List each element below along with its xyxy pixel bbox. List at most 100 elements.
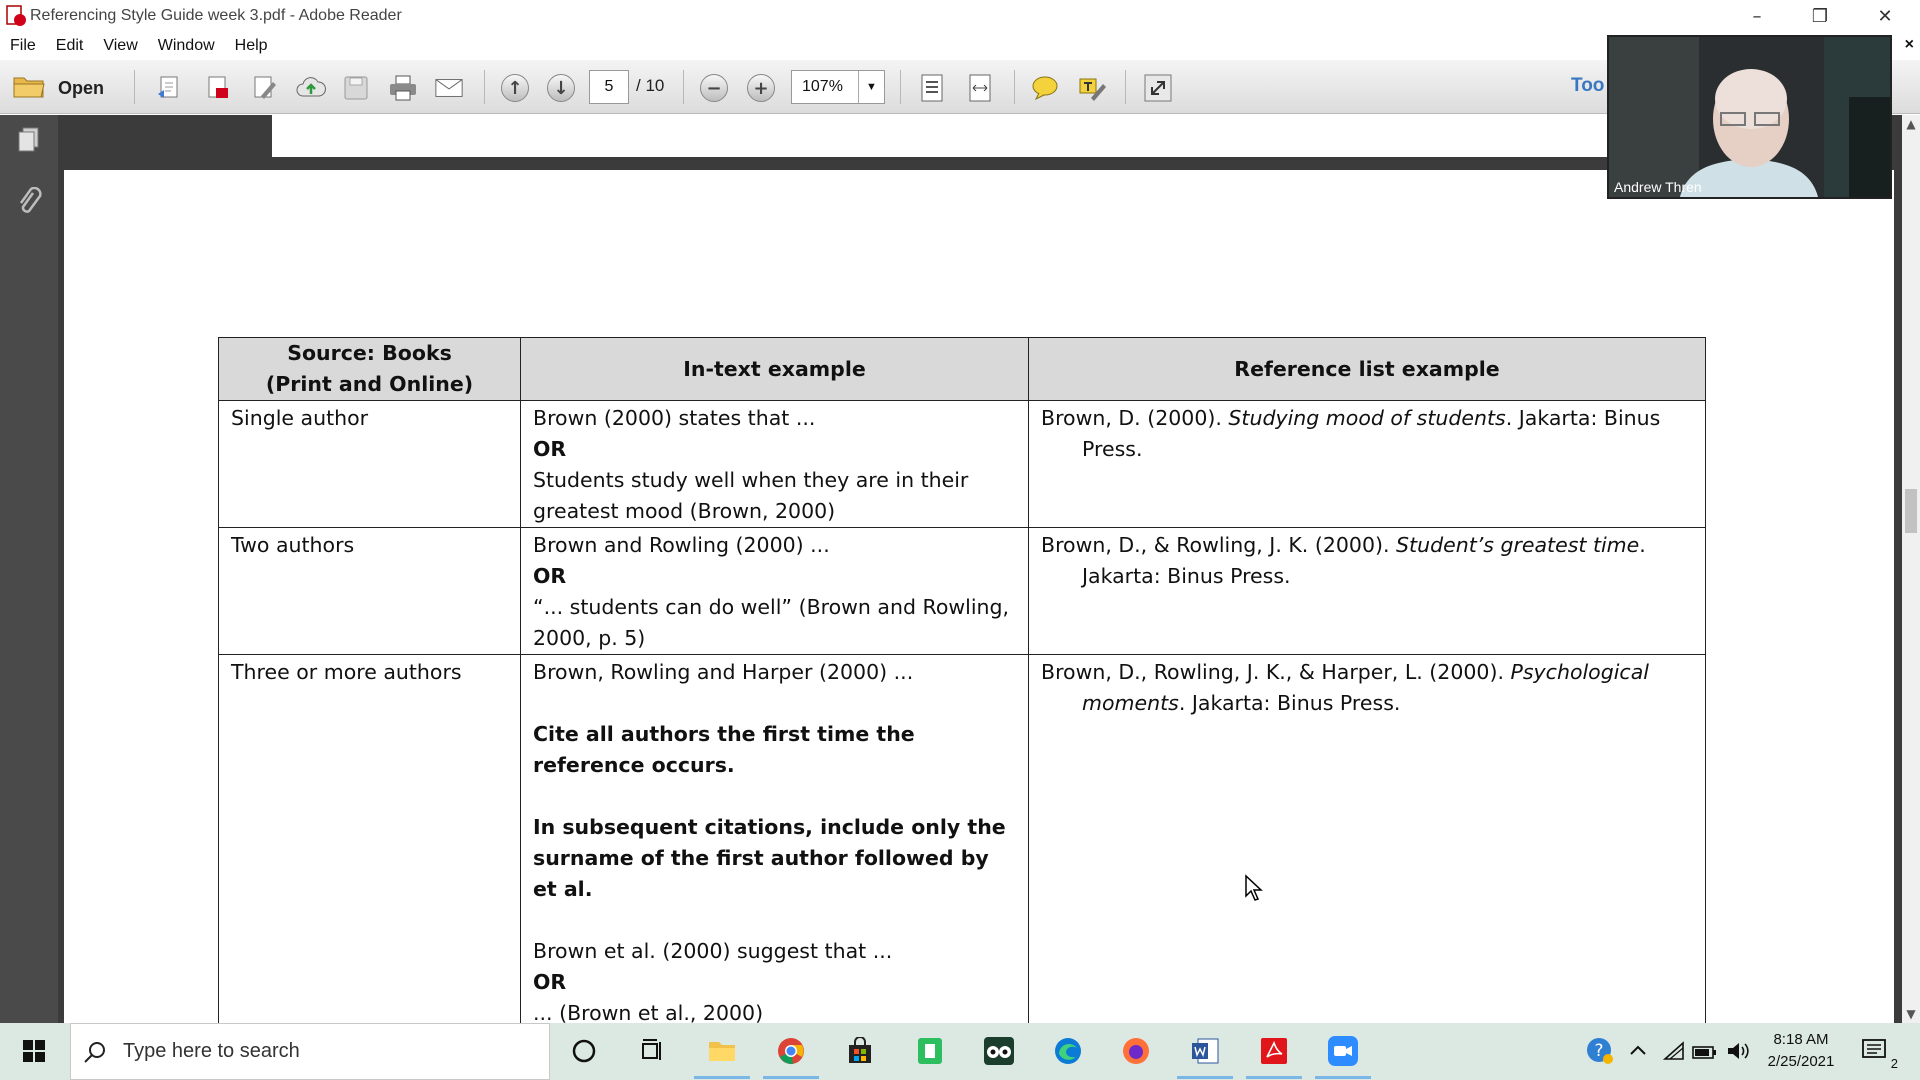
- comment-icon: [1032, 76, 1058, 101]
- menu-window[interactable]: Window: [148, 37, 225, 55]
- acrobat-icon: [1261, 1038, 1287, 1064]
- running-indicator: [763, 1076, 819, 1079]
- previous-page-bottom: [272, 115, 1672, 157]
- chrome-button[interactable]: [763, 1033, 819, 1079]
- adobe-reader-icon: [6, 5, 26, 27]
- restore-button[interactable]: ❐: [1790, 0, 1850, 32]
- notification-icon: [1862, 1039, 1886, 1058]
- vertical-scrollbar[interactable]: ▲ ▼: [1902, 115, 1920, 1023]
- table-header-row: Source: Books (Print and Online) In-text …: [218, 337, 1706, 401]
- header-reference-list: Reference list example: [1028, 337, 1706, 401]
- action-center-button[interactable]: 2: [1858, 1033, 1898, 1071]
- email-button[interactable]: [434, 73, 464, 103]
- page-number-input[interactable]: 5: [589, 70, 629, 104]
- tools-pane-button[interactable]: Too: [1571, 75, 1604, 97]
- arrow-up-icon: ↑: [501, 74, 529, 102]
- save-button[interactable]: [341, 73, 371, 103]
- create-pdf-icon: [158, 76, 178, 98]
- start-button[interactable]: [16, 1033, 52, 1069]
- cell-in-text: Brown and Rowling (2000) ... OR “... stu…: [520, 527, 1029, 655]
- cell-reference: Brown, D., & Rowling, J. K. (2000). Stud…: [1028, 527, 1706, 655]
- print-icon: [390, 75, 416, 101]
- table-row: Single author Brown (2000) states that .…: [218, 400, 1706, 528]
- tripadvisor-button[interactable]: [981, 1033, 1017, 1069]
- fit-page-button[interactable]: [917, 73, 947, 103]
- word-button[interactable]: [1177, 1033, 1233, 1079]
- fit-width-button[interactable]: [965, 73, 995, 103]
- evernote-button[interactable]: [912, 1033, 948, 1069]
- store-bag-icon: [849, 1037, 871, 1063]
- full-screen-button[interactable]: [1143, 73, 1173, 103]
- task-view-icon: [642, 1039, 661, 1060]
- comment-button[interactable]: [1030, 73, 1060, 103]
- running-indicator: [1246, 1076, 1302, 1079]
- file-explorer-button[interactable]: [694, 1033, 750, 1079]
- minus-icon: −: [700, 74, 728, 102]
- scroll-down-icon[interactable]: ▼: [1905, 1007, 1917, 1021]
- acrobat-button[interactable]: [1246, 1033, 1302, 1079]
- paperclip-icon: [19, 187, 42, 213]
- chevron-down-icon[interactable]: ▼: [858, 71, 884, 103]
- taskbar-search-box[interactable]: Type here to search: [70, 1023, 550, 1080]
- open-button[interactable]: Open: [12, 72, 104, 104]
- evernote-icon: [918, 1038, 942, 1064]
- help-tray-button[interactable]: ?: [1582, 1033, 1618, 1069]
- page-thumbnails-button[interactable]: [12, 123, 46, 157]
- running-indicator: [694, 1076, 750, 1079]
- chrome-icon: [778, 1038, 804, 1065]
- store-button[interactable]: [842, 1033, 878, 1069]
- edit-pdf-icon: [254, 76, 276, 99]
- edit-pdf-button[interactable]: [250, 73, 280, 103]
- system-clock[interactable]: 8:18 AM 2/25/2021: [1748, 1029, 1854, 1073]
- zoom-select[interactable]: 107% ▼: [791, 70, 885, 104]
- scroll-thumb[interactable]: [1905, 489, 1917, 533]
- scroll-up-icon[interactable]: ▲: [1905, 117, 1917, 131]
- create-pdf-button[interactable]: [155, 73, 185, 103]
- svg-text:?: ?: [1594, 1041, 1603, 1061]
- edge-button[interactable]: [1050, 1033, 1086, 1069]
- menu-edit[interactable]: Edit: [46, 37, 94, 55]
- zoom-button[interactable]: [1315, 1033, 1371, 1079]
- cell-reference: Brown, D. (2000). Studying mood of stude…: [1028, 400, 1706, 528]
- restore-icon: ❐: [1811, 5, 1829, 27]
- menu-view[interactable]: View: [93, 37, 147, 55]
- arrow-down-icon: ↓: [547, 74, 575, 102]
- plus-icon: +: [747, 74, 775, 102]
- upload-button[interactable]: [296, 73, 326, 103]
- save-icon: [344, 76, 368, 100]
- document-view[interactable]: Source: Books (Print and Online) In-text …: [58, 115, 1902, 1023]
- export-pdf-icon: [208, 76, 228, 98]
- help-icon: ?: [1587, 1038, 1613, 1064]
- taskbar: Type here to search ? 8:18 AM 2/25/2021 …: [0, 1023, 1920, 1080]
- zoom-out-button[interactable]: −: [699, 73, 729, 103]
- print-button[interactable]: [388, 73, 418, 103]
- next-page-button[interactable]: ↓: [546, 73, 576, 103]
- fit-width-icon: [969, 74, 991, 102]
- zoom-in-button[interactable]: +: [746, 73, 776, 103]
- battery-tray[interactable]: [1687, 1033, 1723, 1069]
- video-call-overlay[interactable]: Andrew Thren: [1607, 35, 1892, 199]
- table-row: Three or more authors Brown, Rowling and…: [218, 654, 1706, 1023]
- running-indicator: [1177, 1076, 1233, 1079]
- menu-help[interactable]: Help: [225, 37, 278, 55]
- firefox-button[interactable]: [1118, 1033, 1154, 1069]
- previous-page-button[interactable]: ↑: [500, 73, 530, 103]
- menu-file[interactable]: File: [0, 37, 46, 55]
- cortana-button[interactable]: [566, 1033, 602, 1069]
- toolbar-separator: [484, 70, 485, 104]
- search-placeholder: Type here to search: [123, 1040, 300, 1062]
- highlight-button[interactable]: [1077, 73, 1107, 103]
- export-pdf-button[interactable]: [203, 73, 233, 103]
- word-icon: [1192, 1038, 1219, 1064]
- window-title: Referencing Style Guide week 3.pdf - Ado…: [30, 7, 402, 24]
- window-close-button[interactable]: ✕: [1855, 0, 1915, 32]
- task-view-button[interactable]: [634, 1033, 670, 1069]
- toolbar-separator: [134, 70, 135, 104]
- attachments-button[interactable]: [12, 185, 46, 219]
- participant-video: [1609, 37, 1890, 197]
- show-hidden-icons-button[interactable]: [1620, 1033, 1656, 1069]
- toolbar-separator: [1125, 70, 1126, 104]
- document-close-button[interactable]: ×: [1905, 36, 1914, 54]
- edge-icon: [1055, 1038, 1081, 1064]
- minimize-button[interactable]: –: [1727, 0, 1787, 32]
